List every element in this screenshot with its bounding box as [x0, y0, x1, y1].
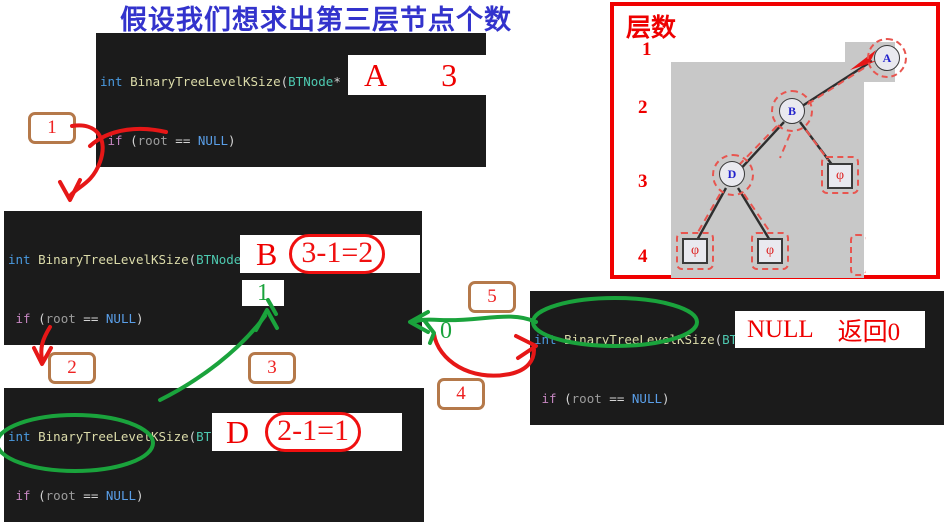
dash-sq-edge-right: [850, 234, 866, 276]
leaf-d-right: φ: [757, 238, 783, 264]
slide-canvas: 假设我们想求出第三层节点个数 int BinaryTreeLevelKSize(…: [0, 0, 944, 523]
formula-b: 3-1=2: [289, 234, 386, 274]
label-plate-a: A 3: [348, 55, 486, 95]
node-a: A: [874, 45, 900, 71]
leaf-b-right: φ: [827, 163, 853, 189]
step-label-5: 5: [487, 286, 497, 307]
green-chevron-b: [422, 318, 436, 345]
label-node-d: D: [226, 413, 250, 450]
label-null: NULL: [747, 315, 814, 343]
label-plate-null: NULL 返回0: [735, 311, 925, 348]
tree-level-3: 3: [638, 171, 648, 192]
step-label-3: 3: [267, 357, 277, 378]
step-box-1: 1: [28, 112, 76, 144]
tree-level-1: 1: [642, 39, 652, 60]
step-box-4: 4: [437, 378, 485, 410]
leaf-d-right-label: φ: [765, 243, 775, 258]
step-label-2: 2: [67, 357, 77, 378]
node-a-label: A: [882, 50, 892, 65]
tree-level-2: 2: [638, 97, 648, 118]
code-block-b: int BinaryTreeLevelKSize(BTNode* root, i…: [4, 211, 422, 345]
code-line-if-null: if (root == NULL): [15, 487, 144, 503]
node-b: B: [779, 98, 805, 124]
label-node-b: B: [256, 235, 278, 272]
label-plate-d: D 2-1=1: [212, 412, 402, 452]
tree-panel: 层数 1 2 3 4 A B D φ φ φ: [610, 2, 940, 279]
leaf-b-right-label: φ: [835, 168, 845, 183]
code-block-d: int BinaryTreeLevelKSize(BTNode* root, i…: [4, 388, 424, 522]
node-d-label: D: [727, 166, 737, 181]
green-arrow-5: [412, 314, 538, 324]
step-box-2: 2: [48, 352, 96, 384]
code-line-if-null: if (root == NULL): [541, 390, 670, 406]
label-k-a: 3: [441, 56, 458, 93]
code-block-a: int BinaryTreeLevelKSize(BTNode* root, i…: [96, 33, 486, 167]
node-b-label: B: [787, 103, 796, 118]
step-label-1: 1: [47, 117, 57, 138]
leaf-d-left-label: φ: [690, 243, 700, 258]
red-arrow-1-head: [58, 178, 82, 202]
value-plate-b: 1: [242, 280, 284, 306]
step-box-3: 3: [248, 352, 296, 384]
formula-d: 2-1=1: [265, 412, 362, 452]
code-line-if-null: if (root == NULL): [107, 132, 236, 148]
label-null-note: 返回0: [837, 318, 901, 346]
step-label-4: 4: [456, 383, 466, 404]
step-box-5: 5: [468, 281, 516, 313]
label-plate-b: B 3-1=2: [240, 234, 420, 274]
label-node-a: A: [364, 56, 388, 93]
leaf-d-left: φ: [682, 238, 708, 264]
tree-level-4: 4: [638, 246, 648, 267]
page-title: 假设我们想求出第三层节点个数: [120, 5, 512, 35]
value-b-return: 1: [257, 279, 269, 306]
node-d: D: [719, 161, 745, 187]
value-null-return: 0: [440, 318, 452, 344]
code-line-if-null: if (root == NULL): [15, 310, 144, 326]
